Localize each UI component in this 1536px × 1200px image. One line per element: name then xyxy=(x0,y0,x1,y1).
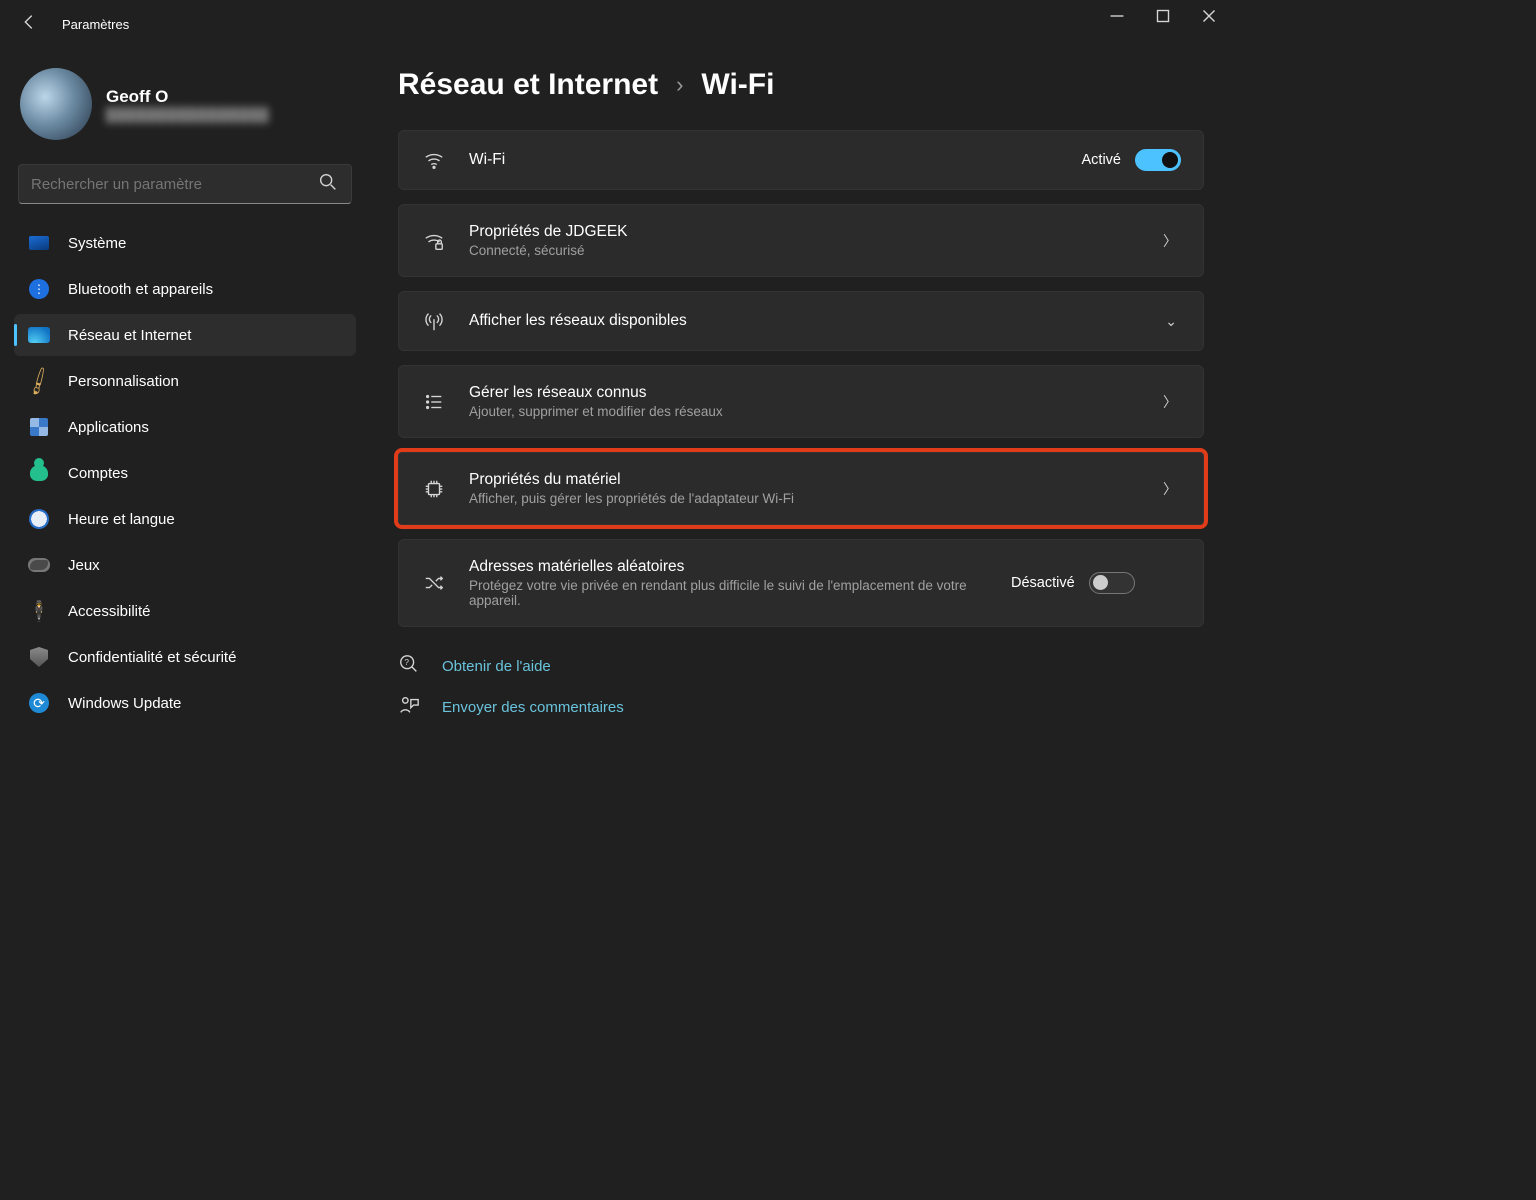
feedback-icon xyxy=(398,694,420,721)
monitor-icon xyxy=(28,232,50,254)
help-link-label[interactable]: Obtenir de l'aide xyxy=(442,658,551,675)
apps-icon xyxy=(28,416,50,438)
card-wifi-toggle[interactable]: Wi-Fi Activé xyxy=(398,130,1204,190)
sidebar-item-time[interactable]: Heure et langue xyxy=(14,498,356,540)
sidebar-item-label: Réseau et Internet xyxy=(68,327,191,344)
chevron-right-icon: 〉 xyxy=(1159,231,1181,251)
sidebar-item-label: Confidentialité et sécurité xyxy=(68,649,236,666)
minimize-button[interactable] xyxy=(1094,0,1140,32)
page-title: Wi-Fi xyxy=(701,68,774,102)
shield-icon xyxy=(28,646,50,668)
titlebar: Paramètres xyxy=(0,0,1232,48)
main-content: Réseau et Internet › Wi-Fi Wi-Fi Activé xyxy=(370,48,1232,962)
card-random-mac[interactable]: Adresses matérielles aléatoires Protégez… xyxy=(398,539,1204,627)
antenna-icon xyxy=(421,310,447,332)
breadcrumb: Réseau et Internet › Wi-Fi xyxy=(398,68,1204,102)
breadcrumb-parent[interactable]: Réseau et Internet xyxy=(398,68,658,102)
sidebar-item-label: Heure et langue xyxy=(68,511,175,528)
sidebar-item-label: Personnalisation xyxy=(68,373,179,390)
sidebar-item-apps[interactable]: Applications xyxy=(14,406,356,448)
chip-icon xyxy=(421,478,447,500)
search-input[interactable] xyxy=(31,176,317,193)
wifi-icon xyxy=(421,149,447,171)
sidebar-item-personalization[interactable]: 🖌 Personnalisation xyxy=(14,360,356,402)
toggle-label: Activé xyxy=(1082,152,1122,168)
help-icon: ? xyxy=(398,653,420,680)
card-hardware-properties[interactable]: Propriétés du matériel Afficher, puis gé… xyxy=(398,452,1204,525)
help-link-label[interactable]: Envoyer des commentaires xyxy=(442,699,624,716)
accessibility-icon: 🕴 xyxy=(28,600,50,622)
window-title: Paramètres xyxy=(62,17,129,32)
card-subtitle: Ajouter, supprimer et modifier des résea… xyxy=(469,404,1137,419)
sidebar-item-label: Comptes xyxy=(68,465,128,482)
toggle-label: Désactivé xyxy=(1011,575,1075,591)
card-subtitle: Connecté, sécurisé xyxy=(469,243,1137,258)
maximize-button[interactable] xyxy=(1140,0,1186,32)
chevron-down-icon: ⌄ xyxy=(1161,313,1181,330)
search-box[interactable] xyxy=(18,164,352,204)
sidebar-item-label: Jeux xyxy=(68,557,100,574)
person-icon xyxy=(28,462,50,484)
avatar xyxy=(20,68,92,140)
sidebar-item-label: Système xyxy=(68,235,126,252)
shuffle-icon xyxy=(421,572,447,594)
card-subtitle: Afficher, puis gérer les propriétés de l… xyxy=(469,491,1137,506)
search-icon xyxy=(317,171,339,197)
wifi-lock-icon xyxy=(421,230,447,252)
profile-email: ████████████████ xyxy=(106,107,269,122)
card-title: Propriétés du matériel xyxy=(469,471,1137,489)
card-title: Afficher les réseaux disponibles xyxy=(469,312,1139,330)
update-icon: ⟳ xyxy=(28,692,50,714)
help-link-get-help[interactable]: ? Obtenir de l'aide xyxy=(398,653,1204,680)
back-button[interactable] xyxy=(18,11,50,38)
sidebar-item-label: Applications xyxy=(68,419,149,436)
wifi-icon xyxy=(28,324,50,346)
sidebar-item-label: Windows Update xyxy=(68,695,181,712)
help-link-feedback[interactable]: Envoyer des commentaires xyxy=(398,694,1204,721)
sidebar-item-label: Accessibilité xyxy=(68,603,151,620)
card-known-networks[interactable]: Gérer les réseaux connus Ajouter, suppri… xyxy=(398,365,1204,438)
sidebar-item-network[interactable]: Réseau et Internet xyxy=(14,314,356,356)
card-show-networks[interactable]: Afficher les réseaux disponibles ⌄ xyxy=(398,291,1204,351)
sidebar-item-accounts[interactable]: Comptes xyxy=(14,452,356,494)
card-network-properties[interactable]: Propriétés de JDGEEK Connecté, sécurisé … xyxy=(398,204,1204,277)
list-icon xyxy=(421,391,447,413)
sidebar-item-privacy[interactable]: Confidentialité et sécurité xyxy=(14,636,356,678)
bluetooth-icon: ⋮ xyxy=(28,278,50,300)
card-subtitle: Protégez votre vie privée en rendant plu… xyxy=(469,578,989,608)
gamepad-icon xyxy=(28,554,50,576)
wifi-toggle[interactable] xyxy=(1135,149,1181,171)
sidebar-item-system[interactable]: Système xyxy=(14,222,356,264)
sidebar-item-gaming[interactable]: Jeux xyxy=(14,544,356,586)
brush-icon: 🖌 xyxy=(28,370,50,392)
clock-icon xyxy=(28,508,50,530)
card-title: Propriétés de JDGEEK xyxy=(469,223,1137,241)
profile[interactable]: Geoff O ████████████████ xyxy=(14,58,356,158)
sidebar-item-update[interactable]: ⟳ Windows Update xyxy=(14,682,356,724)
random-mac-toggle[interactable] xyxy=(1089,572,1135,594)
card-title: Adresses matérielles aléatoires xyxy=(469,558,989,576)
close-button[interactable] xyxy=(1186,0,1232,32)
sidebar-item-label: Bluetooth et appareils xyxy=(68,281,213,298)
card-title: Wi-Fi xyxy=(469,151,1060,169)
sidebar-item-bluetooth[interactable]: ⋮ Bluetooth et appareils xyxy=(14,268,356,310)
card-title: Gérer les réseaux connus xyxy=(469,384,1137,402)
sidebar: Geoff O ████████████████ Système ⋮ Bluet… xyxy=(0,48,370,962)
chevron-right-icon: 〉 xyxy=(1159,479,1181,499)
chevron-right-icon: › xyxy=(676,72,683,98)
sidebar-item-accessibility[interactable]: 🕴 Accessibilité xyxy=(14,590,356,632)
svg-text:?: ? xyxy=(404,658,409,667)
chevron-right-icon: 〉 xyxy=(1159,392,1181,412)
profile-name: Geoff O xyxy=(106,87,269,107)
